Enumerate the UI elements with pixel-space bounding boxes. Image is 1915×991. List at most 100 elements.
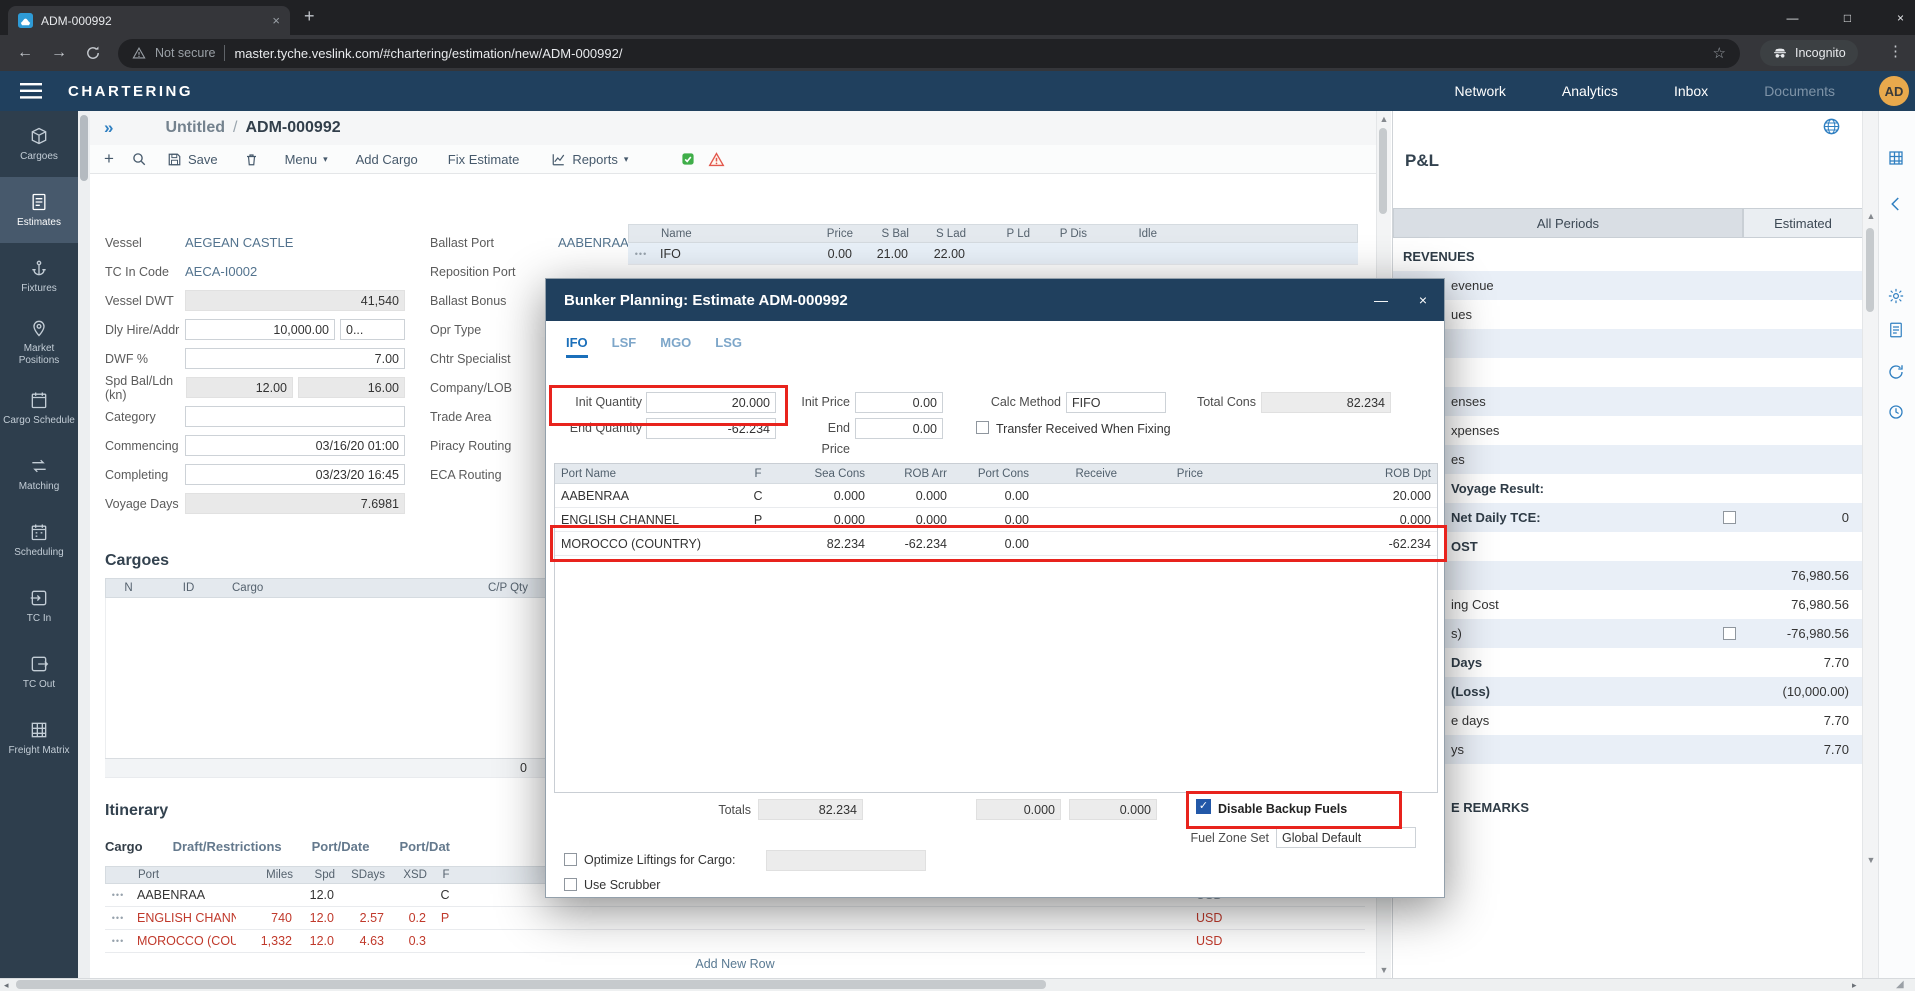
row-handle-icon[interactable]: •••: [105, 936, 131, 946]
col-id[interactable]: ID: [151, 582, 226, 594]
pnl-estimated-header[interactable]: Estimated: [1743, 208, 1863, 238]
nav-network[interactable]: Network: [1455, 83, 1506, 99]
not-secure-label[interactable]: Not secure: [155, 46, 215, 60]
col-p-ld[interactable]: P Ld: [972, 228, 1036, 240]
vessel-field[interactable]: AEGEAN CASTLE: [185, 235, 405, 250]
scroll-right-icon[interactable]: ▸: [1852, 980, 1857, 991]
pnl-period-header[interactable]: All Periods: [1393, 208, 1743, 238]
tce-checkbox[interactable]: [1723, 511, 1736, 524]
init-quantity-field[interactable]: 20.000: [646, 392, 776, 413]
completing-field[interactable]: 03/23/20 16:45: [185, 464, 405, 485]
menu-button[interactable]: Menu▾: [285, 152, 328, 167]
row-handle-icon[interactable]: •••: [105, 890, 131, 900]
cost-checkbox[interactable]: [1723, 627, 1736, 640]
add-icon[interactable]: +: [104, 149, 114, 169]
tab-lsf[interactable]: LSF: [612, 335, 637, 358]
tab-lsg[interactable]: LSG: [715, 335, 742, 358]
save-button[interactable]: Save: [167, 152, 218, 167]
col-spd[interactable]: Spd: [299, 869, 341, 881]
end-price-field[interactable]: 0.00: [855, 418, 943, 439]
bunker-row-ifo[interactable]: ••• IFO 0.00 21.00 22.00: [628, 243, 1358, 265]
voyage-days-field[interactable]: 7.6981: [185, 493, 405, 514]
col-n[interactable]: N: [106, 582, 151, 594]
pnl-scrollbar-thumb[interactable]: [1866, 228, 1874, 312]
window-minimize-button[interactable]: —: [1770, 0, 1815, 35]
addr-field[interactable]: 0...: [340, 319, 405, 340]
window-maximize-button[interactable]: □: [1825, 0, 1870, 35]
scroll-down-icon[interactable]: ▼: [1863, 855, 1879, 865]
green-status-icon[interactable]: [680, 151, 696, 167]
tab-port-date[interactable]: Port/Date: [312, 839, 370, 854]
calc-method-field[interactable]: FIFO: [1066, 392, 1166, 413]
col-port[interactable]: Port: [132, 869, 237, 881]
totals-field[interactable]: 82.234: [758, 799, 863, 820]
add-new-row-button[interactable]: Add New Row: [105, 953, 1365, 975]
optimize-liftings-checkbox[interactable]: [564, 853, 577, 866]
sidebar-item-tc-out[interactable]: TC Out: [0, 639, 78, 705]
modal-header[interactable]: Bunker Planning: Estimate ADM-000992 — ×: [546, 279, 1444, 321]
new-tab-button[interactable]: +: [304, 6, 315, 27]
totals-price-field[interactable]: 0.000: [1069, 799, 1157, 820]
delete-icon[interactable]: [244, 152, 259, 167]
ports-grid-row[interactable]: ENGLISH CHANNEL P 0.000 0.000 0.00 0.000: [555, 508, 1437, 532]
col-rob-arr[interactable]: ROB Arr: [871, 468, 953, 480]
document-icon[interactable]: [1887, 321, 1905, 339]
horizontal-scrollbar-thumb[interactable]: [16, 980, 1046, 989]
col-cargo[interactable]: Cargo: [226, 582, 416, 594]
total-cons-field[interactable]: 82.234: [1261, 392, 1391, 413]
col-s-lad[interactable]: S Lad: [915, 228, 972, 240]
vessel-dwt-field[interactable]: 41,540: [185, 290, 405, 311]
bookmark-star-icon[interactable]: ☆: [1713, 44, 1726, 62]
forward-button[interactable]: →: [42, 44, 76, 62]
collapse-chevron-left-icon[interactable]: [1887, 195, 1905, 213]
reports-button[interactable]: Reports▾: [551, 152, 628, 167]
search-icon[interactable]: [132, 152, 147, 167]
hamburger-menu-icon[interactable]: [20, 83, 42, 99]
address-bar[interactable]: Not secure master.tyche.veslink.com/#cha…: [118, 39, 1740, 68]
ports-grid-row-morocco[interactable]: MOROCCO (COUNTRY) 82.234 -62.234 0.00 -6…: [555, 532, 1437, 556]
sidebar-item-estimates[interactable]: Estimates: [0, 177, 78, 243]
fix-estimate-button[interactable]: Fix Estimate: [448, 152, 520, 167]
browser-tab[interactable]: ADM-000992 ×: [8, 6, 290, 35]
window-close-button[interactable]: ×: [1878, 0, 1915, 35]
disable-backup-fuels-checkbox[interactable]: ✓: [1196, 799, 1211, 814]
sidebar-item-scheduling[interactable]: Scheduling: [0, 507, 78, 573]
sidebar-item-fixtures[interactable]: Fixtures: [0, 243, 78, 309]
back-button[interactable]: ←: [8, 44, 42, 62]
spd-laden-field[interactable]: 16.00: [298, 377, 405, 398]
tab-port-dat[interactable]: Port/Dat: [399, 839, 450, 854]
left-scrollbar-thumb[interactable]: [80, 115, 88, 181]
resize-grip-icon[interactable]: ◢: [1896, 979, 1904, 990]
fuel-zone-field[interactable]: Global Default: [1276, 827, 1416, 848]
tab-close-icon[interactable]: ×: [272, 13, 280, 28]
col-cp-qty[interactable]: C/P Qty: [416, 582, 534, 594]
sidebar-item-tc-in[interactable]: TC In: [0, 573, 78, 639]
itinerary-row[interactable]: ••• MOROCCO (COUNTRY 1,332 12.0 4.63 0.3…: [105, 930, 1365, 953]
tab-ifo[interactable]: IFO: [566, 335, 588, 358]
col-name[interactable]: Name: [655, 228, 773, 240]
col-receive[interactable]: Receive: [1035, 468, 1123, 480]
browser-menu-icon[interactable]: ⋮: [1888, 42, 1903, 60]
col-port-name[interactable]: Port Name: [555, 468, 745, 480]
transfer-received-checkbox[interactable]: [976, 421, 989, 434]
sidebar-item-cargoes[interactable]: Cargoes: [0, 111, 78, 177]
user-avatar[interactable]: AD: [1879, 76, 1909, 106]
sidebar-item-matching[interactable]: Matching: [0, 441, 78, 507]
col-sdays[interactable]: SDays: [341, 869, 391, 881]
add-cargo-button[interactable]: Add Cargo: [356, 152, 418, 167]
col-sea-cons[interactable]: Sea Cons: [771, 468, 871, 480]
nav-inbox[interactable]: Inbox: [1674, 83, 1708, 99]
scroll-left-icon[interactable]: ◂: [4, 980, 9, 991]
expand-panel-icon[interactable]: »: [104, 118, 113, 138]
breadcrumb-untitled[interactable]: Untitled: [165, 119, 225, 137]
scroll-up-icon[interactable]: ▲: [1863, 211, 1879, 221]
row-handle-icon[interactable]: •••: [628, 249, 654, 259]
tab-mgo[interactable]: MGO: [660, 335, 691, 358]
refresh-icon[interactable]: [1887, 363, 1905, 381]
reload-button[interactable]: [76, 45, 110, 61]
col-price[interactable]: Price: [1123, 468, 1209, 480]
tc-in-code-field[interactable]: AECA-I0002: [185, 264, 405, 279]
commencing-field[interactable]: 03/16/20 01:00: [185, 435, 405, 456]
col-f[interactable]: F: [433, 869, 459, 881]
table-grid-icon[interactable]: [1887, 149, 1905, 167]
